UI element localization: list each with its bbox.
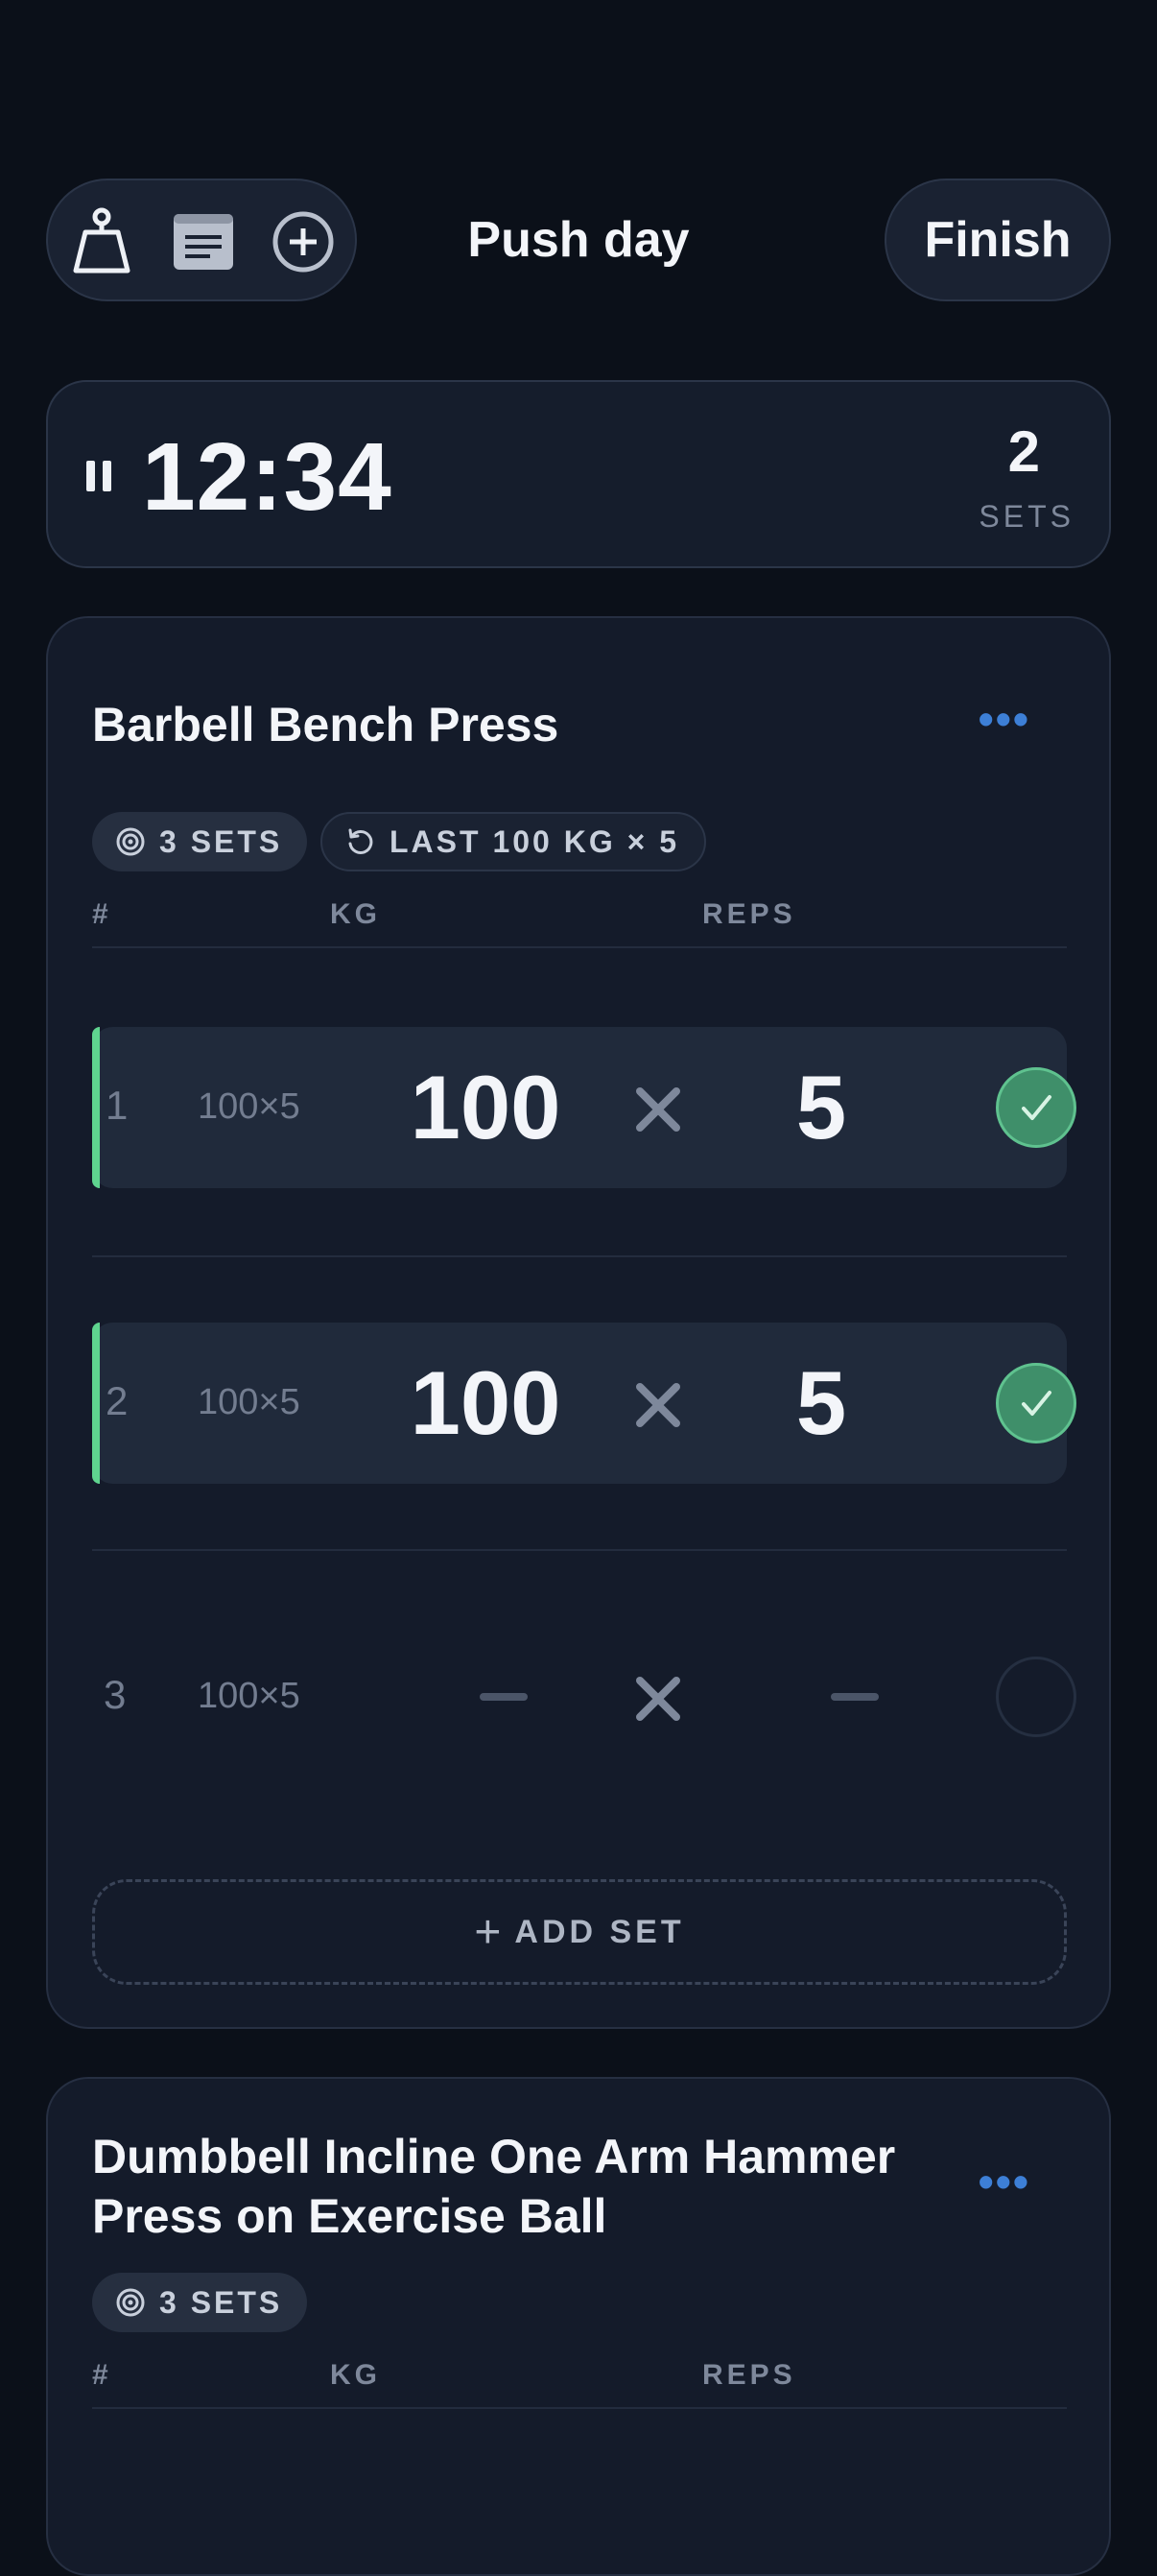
column-header-kg: KG <box>330 898 381 930</box>
multiply-icon <box>629 1670 687 1728</box>
previous-performance: 100×5 <box>198 1382 300 1422</box>
sets-target-chip: 3 SETS <box>92 812 308 871</box>
more-options-button[interactable]: ••• <box>979 693 1030 745</box>
sets-target-label: 3 SETS <box>159 823 283 859</box>
sets-target-label: 3 SETS <box>159 2284 283 2320</box>
last-performance-label: LAST 100 KG × 5 <box>390 823 679 859</box>
reps-input[interactable]: 5 <box>764 1056 879 1159</box>
multiply-icon <box>629 1081 687 1138</box>
set-number: 2 <box>106 1378 129 1423</box>
set-complete-checkbox[interactable] <box>996 1363 1076 1443</box>
reps-input[interactable] <box>831 1693 879 1701</box>
reps-input[interactable]: 5 <box>764 1351 879 1455</box>
set-number: 3 <box>104 1672 127 1717</box>
check-icon <box>1022 1391 1051 1416</box>
sets-target-chip: 3 SETS <box>92 2273 308 2332</box>
exercise-card: Dumbbell Incline One Arm Hammer Press on… <box>46 2077 1111 2576</box>
sets-label: SETS <box>979 499 1074 534</box>
column-header-number: # <box>92 2359 112 2391</box>
divider <box>92 2407 1067 2409</box>
last-performance-chip: LAST 100 KG × 5 <box>320 812 706 871</box>
completed-sets-count: 2 <box>1007 419 1040 484</box>
column-header-number: # <box>92 898 112 930</box>
set-number: 1 <box>106 1083 129 1128</box>
workout-timer-card: 12:34 2 SETS <box>46 380 1111 568</box>
add-set-label: ADD SET <box>514 1913 685 1950</box>
set-row[interactable]: 2 100×5 100 5 <box>92 1323 1076 1484</box>
more-options-button[interactable]: ••• <box>979 2156 1030 2207</box>
weight-input[interactable] <box>480 1693 528 1701</box>
exercise-name: Dumbbell Incline One Arm Hammer Press on… <box>92 2130 896 2243</box>
divider <box>92 1255 1067 1257</box>
check-icon <box>1022 1095 1051 1120</box>
multiply-icon <box>629 1376 687 1434</box>
divider <box>92 1549 1067 1551</box>
column-header-kg: KG <box>330 2359 381 2391</box>
previous-performance: 100×5 <box>198 1676 300 1716</box>
target-icon <box>116 827 145 856</box>
divider <box>92 946 1067 948</box>
exercise-card: Barbell Bench Press ••• 3 SETS LAST 100 … <box>46 616 1111 2029</box>
weight-input[interactable]: 100 <box>390 1351 581 1455</box>
history-icon <box>348 828 373 854</box>
set-complete-checkbox[interactable] <box>996 1657 1076 1737</box>
set-row[interactable]: 1 100×5 100 5 <box>92 1027 1076 1188</box>
elapsed-time: 12:34 <box>142 423 392 531</box>
weight-input[interactable]: 100 <box>390 1056 581 1159</box>
pause-icon[interactable] <box>86 461 111 491</box>
finish-button[interactable]: Finish <box>885 179 1111 301</box>
column-header-reps: REPS <box>702 2359 796 2391</box>
plus-icon: + <box>474 1906 502 1958</box>
exercise-name: Barbell Bench Press <box>92 698 559 751</box>
previous-performance: 100×5 <box>198 1086 300 1127</box>
set-row[interactable]: 3 100×5 <box>92 1616 1076 1777</box>
add-set-button[interactable]: + ADD SET <box>92 1879 1067 1985</box>
column-header-reps: REPS <box>702 898 796 930</box>
top-bar: Push day Finish <box>46 179 1111 303</box>
target-icon <box>116 2288 145 2317</box>
set-complete-checkbox[interactable] <box>996 1067 1076 1148</box>
